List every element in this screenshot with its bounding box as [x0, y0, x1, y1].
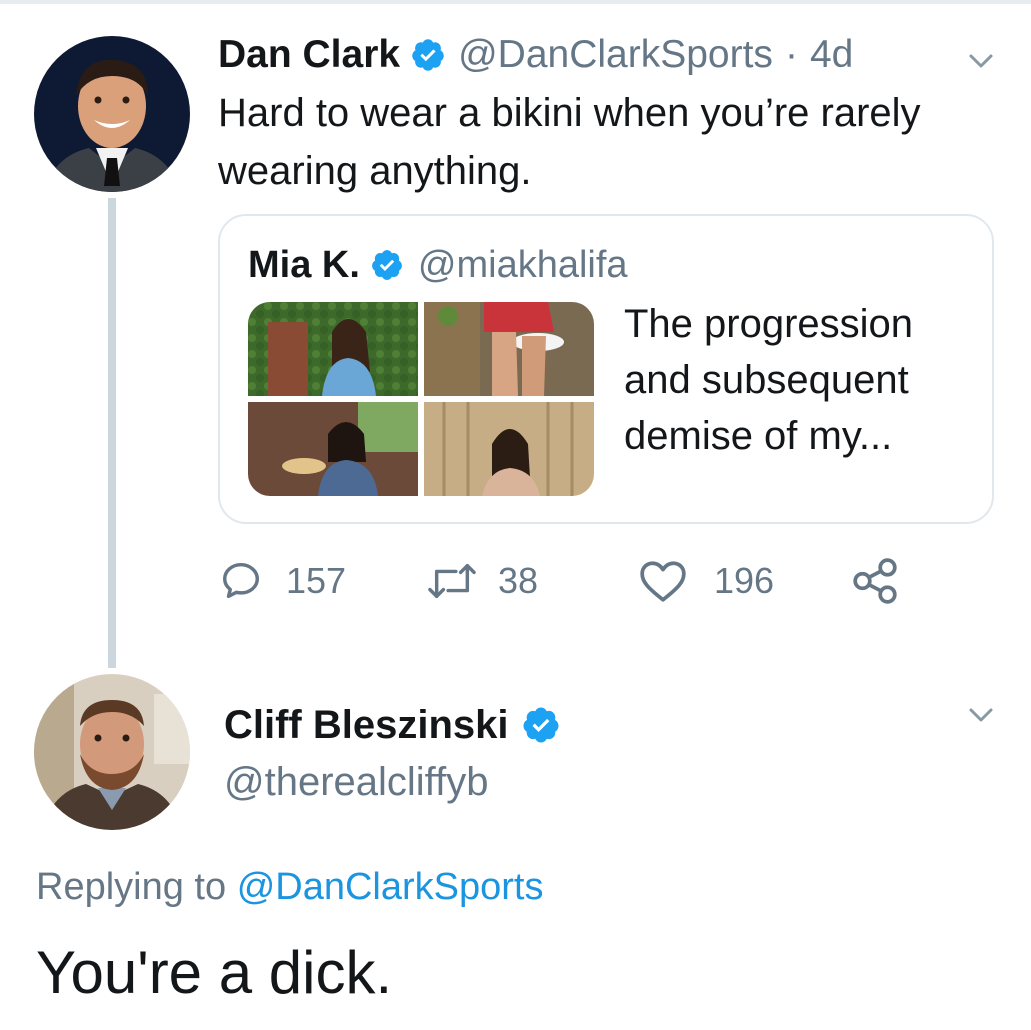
quote-author-name: Mia K.	[248, 243, 360, 286]
like-count: 196	[714, 560, 775, 601]
replying-to-line: Replying to @DanClarkSports	[36, 866, 543, 909]
media-photo-3[interactable]	[248, 402, 418, 496]
verified-badge-icon	[370, 248, 404, 282]
quote-media-grid[interactable]	[248, 302, 594, 496]
chevron-down-icon[interactable]	[966, 700, 996, 730]
avatar[interactable]	[34, 36, 190, 192]
thread-connector	[108, 198, 116, 668]
replying-to-link[interactable]: @DanClarkSports	[237, 866, 544, 908]
time-separator: ·	[784, 33, 798, 76]
verified-badge-icon	[410, 37, 446, 73]
reply-header: Cliff Bleszinski	[224, 700, 561, 750]
replying-to-prefix: Replying to	[36, 866, 227, 908]
quoted-tweet-card[interactable]: Mia K. @miakhalifa The progression and s…	[218, 214, 994, 524]
media-photo-2[interactable]	[424, 302, 594, 396]
avatar[interactable]	[34, 674, 190, 830]
tweet-timestamp[interactable]: 4d	[810, 33, 853, 77]
share-action[interactable]	[850, 558, 900, 604]
tweet-header: Dan Clark @DanClarkSports · 4d	[218, 30, 853, 80]
heart-icon	[640, 561, 686, 602]
reply-icon	[222, 562, 260, 599]
verified-badge-icon	[521, 705, 561, 745]
reply-tweet-text: You're a dick.	[36, 939, 393, 1006]
media-photo-1[interactable]	[248, 302, 418, 396]
reply-author-name[interactable]: Cliff Bleszinski	[224, 703, 509, 748]
quote-text: The progression and subsequent demise of…	[624, 302, 914, 458]
reply-author-handle[interactable]: @therealcliffyb	[224, 760, 488, 805]
tweet-text: Hard to wear a bikini when you’re rarely…	[218, 91, 921, 193]
quote-header: Mia K. @miakhalifa	[248, 240, 628, 290]
author-handle[interactable]: @DanClarkSports	[458, 33, 773, 77]
media-photo-4[interactable]	[424, 402, 594, 496]
retweet-icon	[428, 563, 476, 599]
chevron-down-icon[interactable]	[966, 46, 996, 76]
quote-author-handle: @miakhalifa	[417, 243, 628, 286]
retweet-count: 38	[498, 560, 539, 601]
reply-count: 157	[286, 560, 347, 601]
reply-action[interactable]: 157	[218, 558, 346, 604]
top-divider	[0, 0, 1031, 4]
like-action[interactable]: 196	[638, 558, 774, 604]
share-icon	[853, 558, 897, 604]
author-name[interactable]: Dan Clark	[218, 33, 400, 77]
retweet-action[interactable]: 38	[424, 558, 538, 604]
